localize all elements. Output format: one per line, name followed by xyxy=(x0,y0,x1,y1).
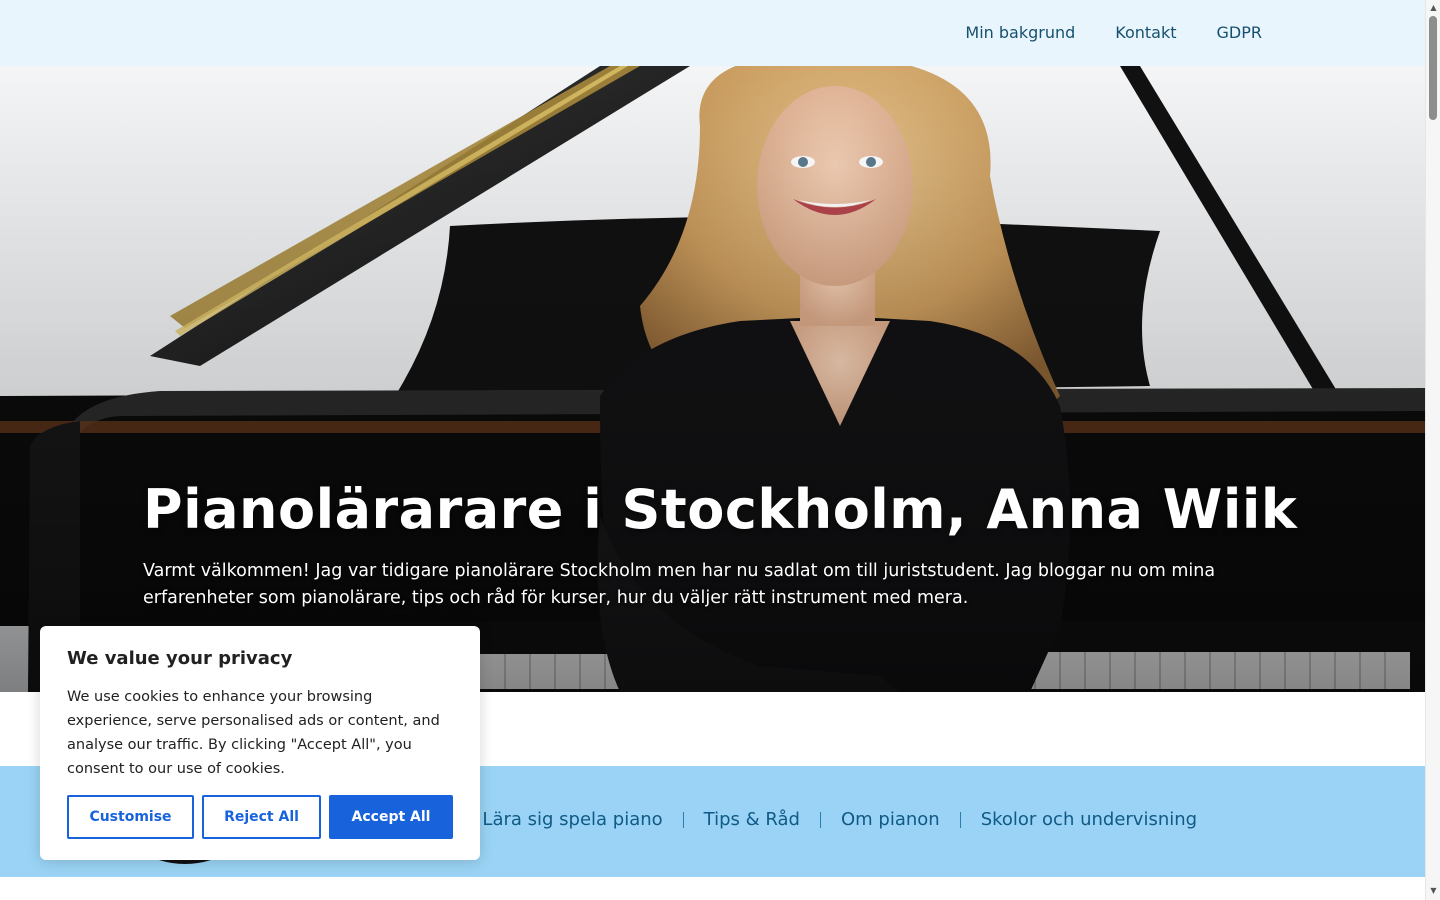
customise-button[interactable]: Customise xyxy=(67,795,194,839)
scroll-down-arrow-icon[interactable]: ▼ xyxy=(1429,886,1438,895)
scrollbar-thumb[interactable] xyxy=(1429,16,1437,120)
divider xyxy=(819,812,821,828)
nav-link-gdpr[interactable]: GDPR xyxy=(1217,21,1262,45)
hero-title: Pianolärarare i Stockholm, Anna Wiik xyxy=(143,478,1298,541)
divider xyxy=(959,812,961,828)
cookie-description: We use cookies to enhance your browsing … xyxy=(67,689,440,777)
cookie-title: We value your privacy xyxy=(67,648,293,669)
top-header: Min bakgrund Kontakt GDPR xyxy=(0,0,1425,66)
category-link-tips-rad[interactable]: Tips & Råd xyxy=(704,808,800,832)
reject-all-button[interactable]: Reject All xyxy=(202,795,321,839)
hero-section: Pianolärarare i Stockholm, Anna Wiik Var… xyxy=(0,66,1425,692)
hero-subtitle: Varmt välkommen! Jag var tidigare pianol… xyxy=(143,561,1216,608)
cookie-consent-banner: We value your privacy We use cookies to … xyxy=(40,626,480,860)
accept-all-button[interactable]: Accept All xyxy=(329,795,453,839)
cookie-buttons: Customise Reject All Accept All xyxy=(67,795,453,839)
page-scrollbar[interactable]: ▲ ▼ xyxy=(1425,0,1440,900)
category-link-lara-sig-spela-piano[interactable]: Lära sig spela piano xyxy=(482,808,662,832)
divider xyxy=(682,812,684,828)
nav-link-kontakt[interactable]: Kontakt xyxy=(1115,21,1176,45)
category-link-om-pianon[interactable]: Om pianon xyxy=(841,808,940,832)
hero-text: Pianolärarare i Stockholm, Anna Wiik Var… xyxy=(143,478,1298,612)
nav-link-min-bakgrund[interactable]: Min bakgrund xyxy=(965,21,1075,45)
scroll-up-arrow-icon[interactable]: ▲ xyxy=(1429,3,1438,12)
top-navigation: Min bakgrund Kontakt GDPR xyxy=(965,21,1262,45)
category-link-skolor-och-undervisning[interactable]: Skolor och undervisning xyxy=(981,808,1197,832)
category-navigation: n Lära sig spela piano Tips & Råd Om pia… xyxy=(430,808,1197,832)
